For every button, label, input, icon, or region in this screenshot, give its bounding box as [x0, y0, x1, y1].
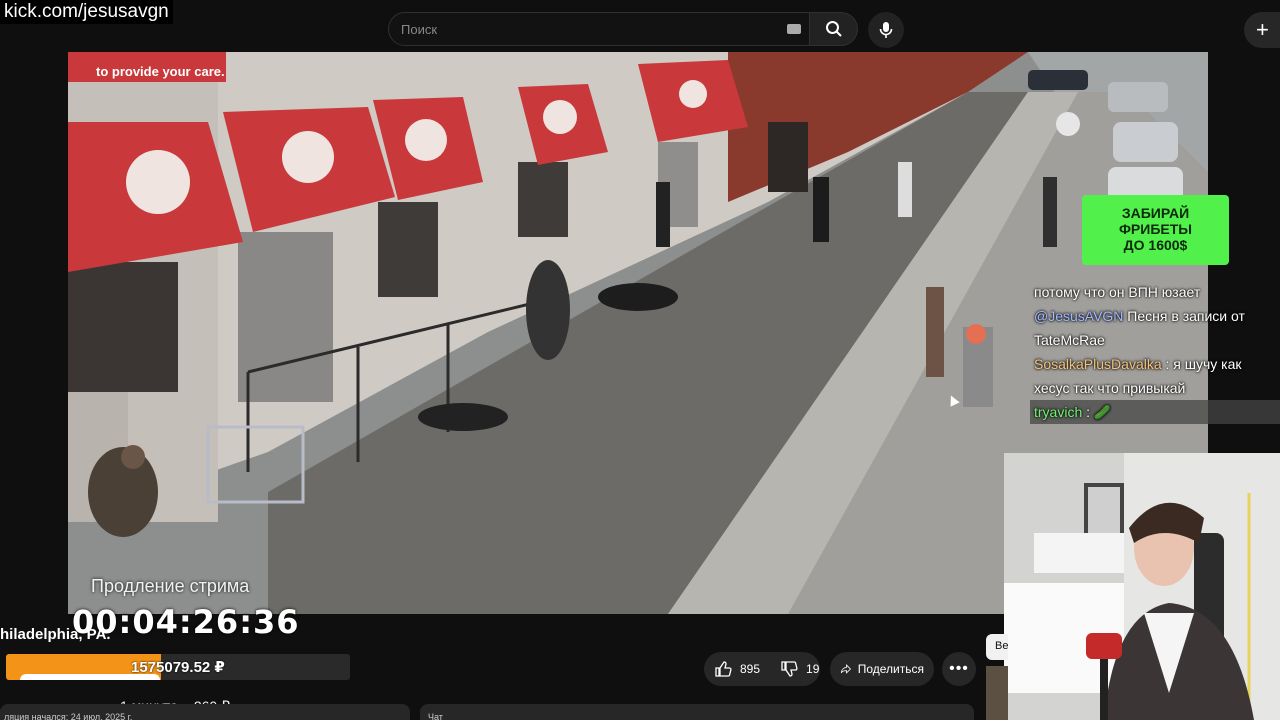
search-input[interactable]	[401, 13, 781, 45]
chat-overlay: потому что он ВПН юзает @JesusAVGN Песня…	[1030, 280, 1280, 424]
share-icon	[840, 664, 852, 674]
recommended-thumbnail[interactable]	[986, 666, 1008, 720]
webcam-feed	[1004, 453, 1280, 720]
thumbs-up-icon	[715, 661, 732, 677]
chat-message: потому что он ВПН юзает	[1030, 280, 1280, 304]
stream-url-overlay: kick.com/jesusavgn	[0, 0, 173, 24]
description-preview: ляция начался: 24 июл. 2025 г.	[4, 712, 133, 720]
keyboard-icon[interactable]	[787, 24, 801, 34]
side-panel-tab-label: Ве	[995, 640, 1009, 652]
top-bar: +	[0, 0, 1280, 52]
chat-message: tryavich : 🥒	[1030, 400, 1280, 424]
share-button[interactable]: Поделиться	[830, 652, 934, 686]
chat-text: потому что он ВПН юзает	[1034, 284, 1201, 300]
chat-text: : 🥒	[1082, 404, 1112, 420]
promo-line-3: ДО 1600$	[1123, 237, 1188, 253]
dislike-button[interactable]: 19	[770, 652, 829, 686]
more-dots-icon: •••	[949, 660, 969, 677]
promo-line-1: ЗАБИРАЙ	[1121, 205, 1190, 221]
streamer-webcam-image	[1004, 453, 1280, 720]
search-box[interactable]	[388, 12, 810, 46]
dislike-count: 19	[806, 662, 820, 676]
mic-icon	[879, 22, 893, 38]
chat-username: tryavich	[1034, 404, 1083, 420]
voice-search-button[interactable]	[868, 12, 904, 48]
chat-message: SosalkaPlusDavalka : я шучу как хесус та…	[1030, 352, 1280, 400]
clinic-sign-text: to provide your care.	[68, 52, 226, 82]
plus-icon: +	[1256, 17, 1269, 42]
promo-line-2: ФРИБЕТЫ	[1118, 221, 1192, 237]
chat-username: SosalkaPlusDavalka	[1034, 356, 1162, 372]
stream-extension-label: Продление стрима	[91, 576, 250, 596]
search-icon	[825, 21, 842, 37]
like-count: 895	[740, 662, 761, 676]
location-text: hiladelphia, PA.	[0, 626, 111, 643]
search-button[interactable]	[810, 12, 858, 46]
chat-panel[interactable]: Чат	[420, 704, 974, 720]
more-actions-button[interactable]: •••	[942, 652, 976, 686]
share-label: Поделиться	[857, 662, 924, 676]
chat-message: @JesusAVGN Песня в записи от TateMcRae	[1030, 304, 1280, 352]
create-button[interactable]: +	[1244, 12, 1280, 48]
donation-amount: 1575079.52 ₽	[131, 659, 225, 676]
thumbs-down-icon	[781, 661, 798, 677]
side-panel-tab[interactable]: Ве	[986, 634, 1008, 660]
chat-panel-title: Чат	[428, 712, 443, 720]
promo-banner[interactable]: ЗАБИРАЙ ФРИБЕТЫ ДО 1600$	[1082, 195, 1229, 265]
app-root: + kick.com/jesusavgn	[0, 0, 1280, 720]
like-dislike-group: 895 19	[704, 652, 820, 686]
description-box[interactable]: ляция начался: 24 июл. 2025 г.	[0, 704, 410, 720]
like-button[interactable]: 895	[704, 652, 770, 686]
chat-username: @JesusAVGN	[1034, 308, 1124, 324]
